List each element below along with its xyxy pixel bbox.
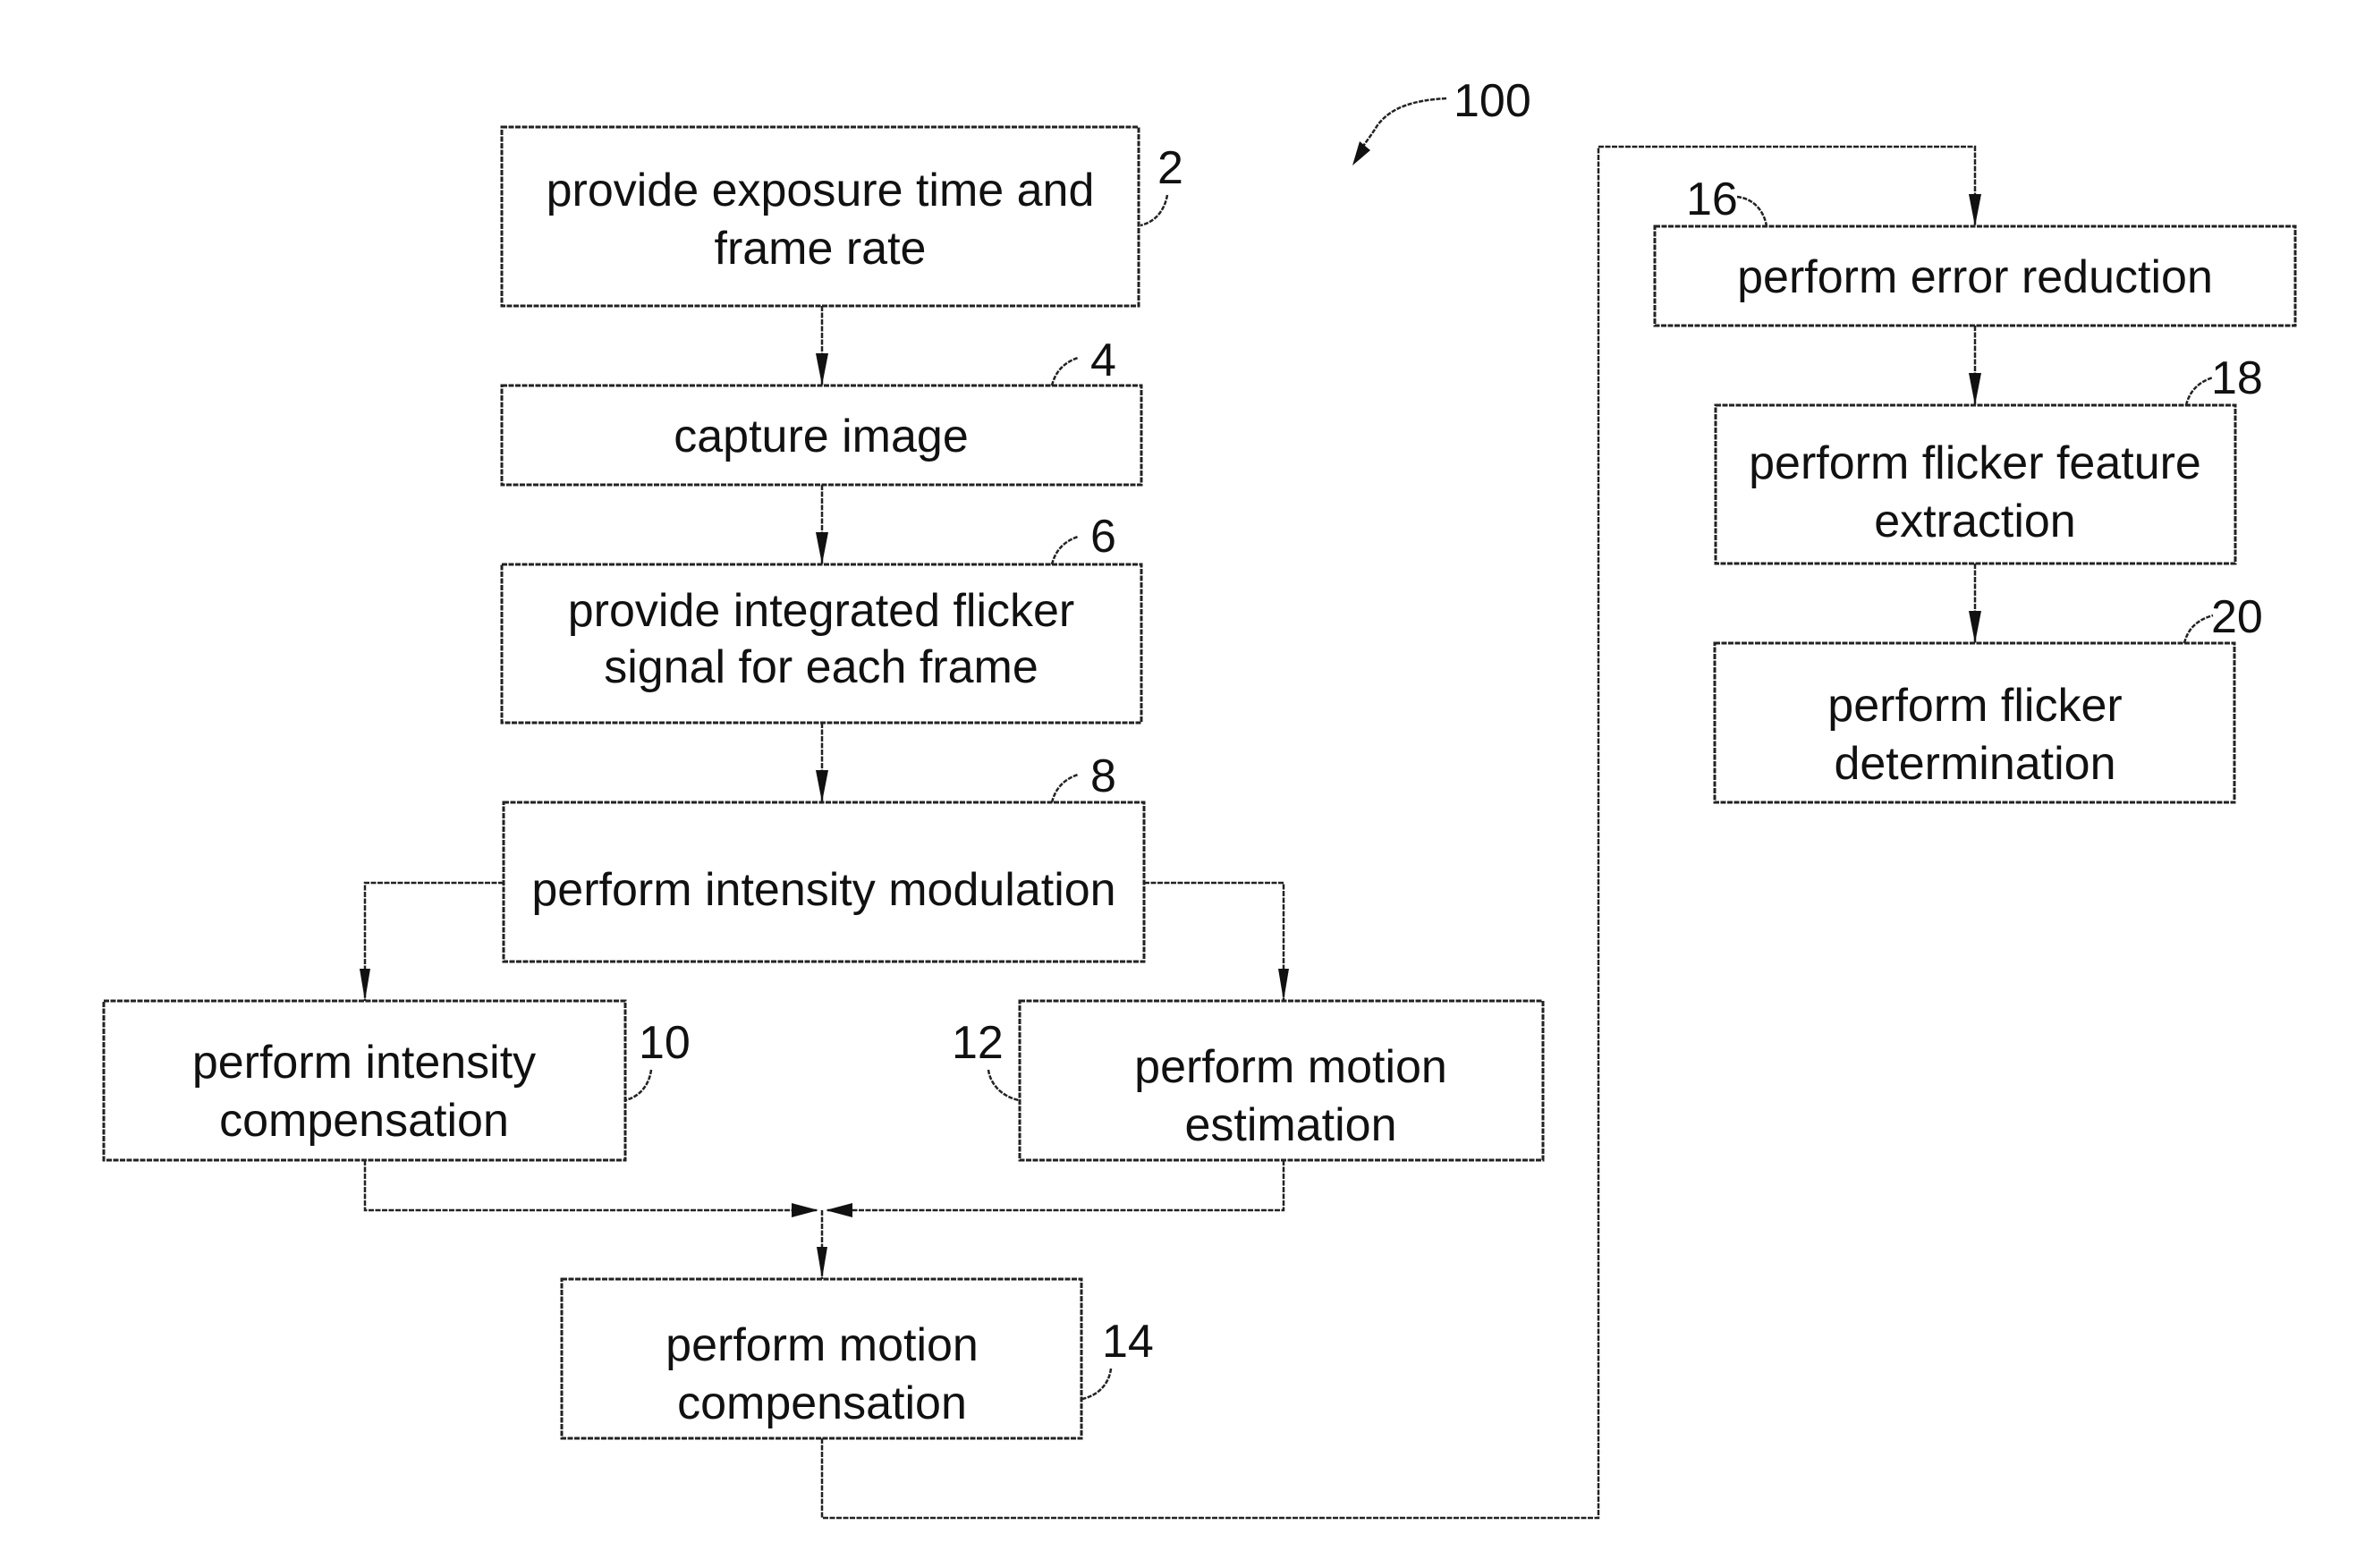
step-text-line: signal for each frame [604, 641, 1038, 693]
step-label: 12 [952, 1017, 1004, 1069]
step-text-line: extraction [1874, 496, 2075, 547]
step-14-motion-compensation: perform motion compensation 14 [560, 1277, 1154, 1440]
step-label: 16 [1686, 174, 1738, 225]
step-label: 14 [1102, 1316, 1154, 1368]
step-label-leader [1140, 194, 1169, 227]
step-label-leader [1050, 535, 1079, 565]
arrowhead-10-merge [792, 1203, 818, 1217]
arrowhead-8-12 [1278, 969, 1289, 1001]
step-text-line: perform error reduction [1737, 251, 2213, 303]
flowchart: 100 provide exposure time and frame rate [102, 75, 2297, 1520]
step-label-leader [624, 1069, 653, 1102]
step-text-line: provide integrated flicker [568, 585, 1075, 637]
arrowhead-12-merge [826, 1203, 852, 1217]
step-text-line: perform motion [1134, 1041, 1447, 1093]
step-20-flicker-determination: perform flicker determination 20 [1713, 591, 2263, 804]
step-label-leader [1050, 773, 1079, 803]
figure-reference-arrowhead [1352, 141, 1370, 165]
step-label: 20 [2211, 591, 2263, 643]
step-label: 6 [1090, 511, 1116, 563]
step-text-line: provide exposure time and [547, 165, 1095, 216]
step-text-line: frame rate [715, 223, 927, 275]
step-text-line: perform flicker feature [1749, 437, 2201, 489]
arrowhead-6-8 [816, 770, 828, 802]
step-18-flicker-feature-extraction: perform flicker feature extraction 18 [1714, 352, 2263, 565]
step-box [500, 125, 1140, 308]
step-10-intensity-compensation: perform intensity compensation 10 [102, 999, 691, 1162]
step-text-line: capture image [674, 411, 969, 462]
figure-reference-numeral: 100 [1454, 75, 1531, 127]
step-12-motion-estimation: perform motion estimation 12 [952, 999, 1545, 1162]
step-text-line: perform intensity [192, 1037, 536, 1089]
arrowhead-16-18 [1969, 373, 1981, 405]
step-label-leader [1736, 195, 1768, 227]
arrowhead-2-4 [816, 353, 828, 386]
arrowhead-merge-14 [817, 1247, 827, 1279]
step-label-leader [2183, 614, 2214, 644]
step-label: 2 [1157, 142, 1183, 194]
step-label: 10 [639, 1017, 691, 1069]
step-label: 8 [1090, 750, 1116, 802]
figure-reference: 100 [1352, 75, 1531, 165]
connector-8-10 [363, 881, 504, 1001]
step-text-line: compensation [677, 1377, 967, 1429]
step-2-provide-exposure-time: provide exposure time and frame rate 2 [500, 125, 1183, 308]
step-text-line: perform flicker [1827, 680, 2122, 732]
step-label-leader [2184, 376, 2214, 406]
connector-8-12 [1144, 881, 1285, 1001]
step-label-leader [1081, 1368, 1113, 1401]
arrowhead-18-20 [1969, 611, 1981, 643]
step-label-leader [987, 1069, 1020, 1102]
step-text-line: compensation [219, 1095, 509, 1147]
step-text-line: estimation [1185, 1099, 1397, 1151]
arrowhead-4-6 [816, 532, 828, 564]
connector-10-merge [363, 1160, 817, 1212]
step-label: 4 [1090, 335, 1116, 386]
step-text-line: perform motion [665, 1319, 979, 1371]
step-text-line: perform intensity modulation [531, 864, 1115, 916]
connector-12-merge [827, 1160, 1285, 1212]
arrowhead-8-10 [360, 969, 370, 1001]
step-label-leader [1050, 356, 1079, 386]
arrowhead-14-16 [1969, 194, 1981, 226]
step-label: 18 [2211, 352, 2263, 404]
step-text-line: determination [1834, 738, 2115, 790]
figure-reference-leader [1360, 97, 1447, 149]
